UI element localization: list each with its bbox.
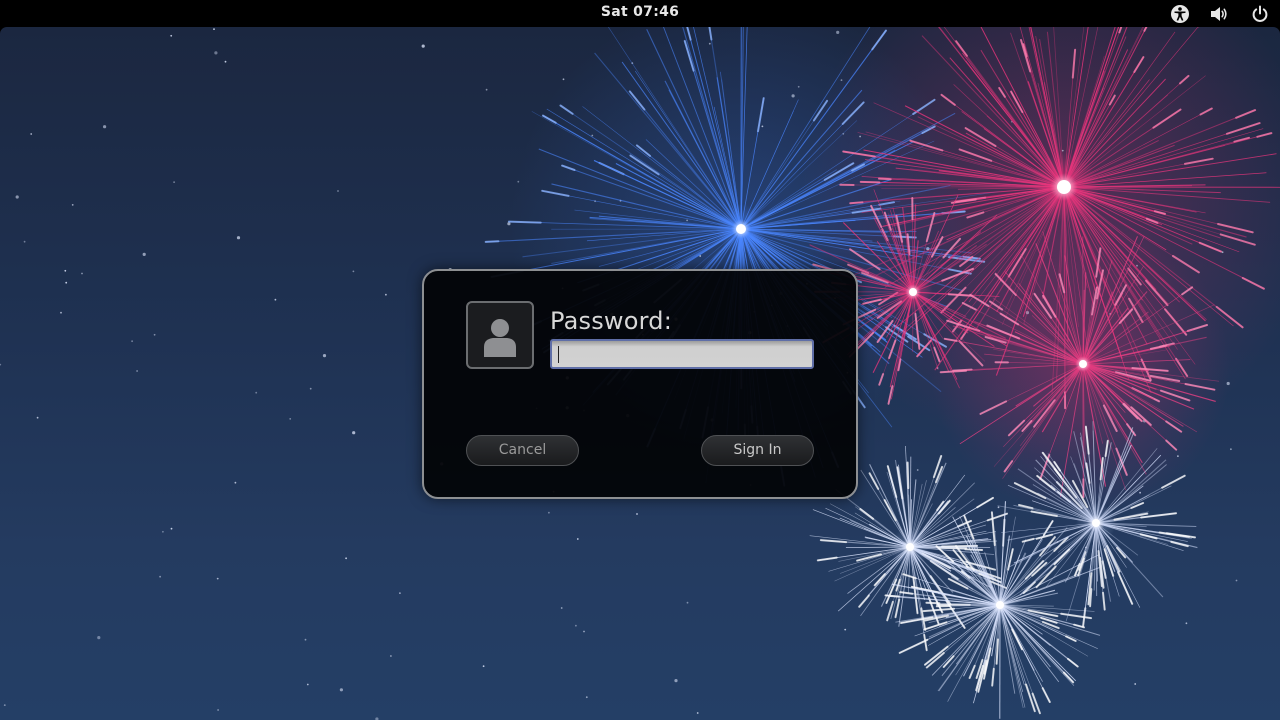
cancel-button[interactable]: Cancel <box>466 435 579 466</box>
login-screen: Sat 07:46 Password: Cancel Sign In <box>0 0 1280 720</box>
password-label: Password: <box>550 307 672 335</box>
volume-icon[interactable] <box>1208 3 1230 25</box>
top-bar: Sat 07:46 <box>0 0 1280 27</box>
accessibility-icon[interactable] <box>1169 3 1191 25</box>
user-avatar-icon <box>466 301 534 369</box>
login-dialog: Password: Cancel Sign In <box>422 269 858 499</box>
clock[interactable]: Sat 07:46 <box>0 4 1280 20</box>
password-input[interactable] <box>550 339 814 369</box>
sign-in-button[interactable]: Sign In <box>701 435 814 466</box>
text-cursor <box>558 346 559 363</box>
power-icon[interactable] <box>1249 3 1271 25</box>
